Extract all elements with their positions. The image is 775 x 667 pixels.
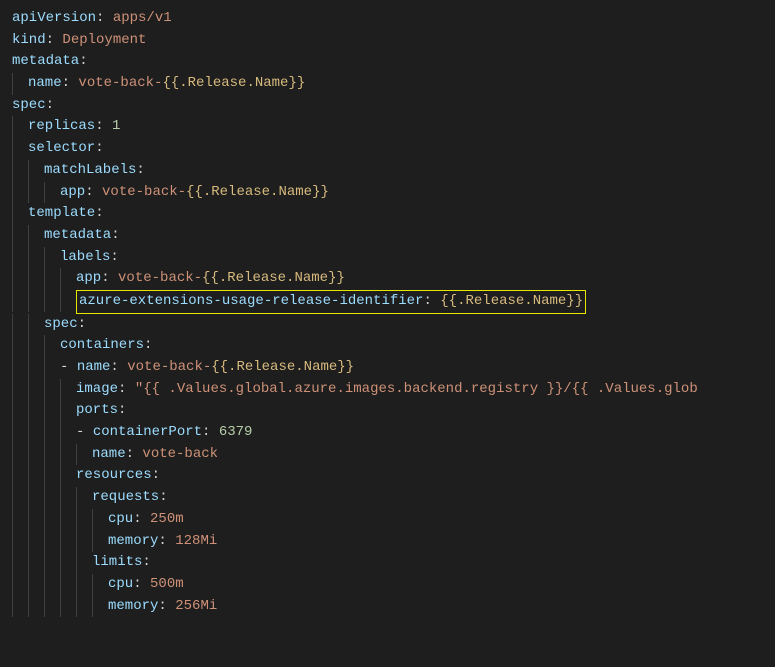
code-line: - name: vote-back-{{.Release.Name}} (12, 357, 763, 379)
yaml-key: resources (76, 467, 152, 483)
code-line: selector: (12, 138, 763, 160)
yaml-key: azure-extensions-usage-release-identifie… (79, 293, 423, 309)
code-line: metadata: (12, 51, 763, 73)
code-line: requests: (12, 487, 763, 509)
highlight-box: azure-extensions-usage-release-identifie… (76, 290, 586, 314)
yaml-key: name (77, 359, 111, 375)
code-line: labels: (12, 247, 763, 269)
yaml-value: Deployment (62, 32, 146, 48)
code-line: matchLabels: (12, 160, 763, 182)
yaml-key: image (76, 381, 118, 397)
code-line: memory: 128Mi (12, 531, 763, 553)
yaml-key: metadata (12, 53, 79, 69)
template-expr: {{.Release.Name}} (440, 293, 583, 309)
code-line: app: vote-back-{{.Release.Name}} (12, 182, 763, 204)
yaml-key: selector (28, 140, 95, 156)
yaml-key: template (28, 205, 95, 221)
code-line: spec: (12, 314, 763, 336)
yaml-key: labels (60, 249, 110, 265)
yaml-key: requests (92, 489, 159, 505)
yaml-value: "{{ .Values.global.azure.images.backend.… (135, 381, 698, 397)
yaml-value: 256Mi (175, 598, 217, 614)
yaml-value: apps/v1 (113, 10, 172, 26)
yaml-value: 6379 (219, 424, 253, 440)
code-line-highlighted: azure-extensions-usage-release-identifie… (12, 290, 763, 314)
yaml-value: 250m (150, 511, 184, 527)
code-line: resources: (12, 465, 763, 487)
yaml-key: ports (76, 402, 118, 418)
template-expr: {{.Release.Name}} (211, 359, 354, 375)
code-editor[interactable]: apiVersion: apps/v1 kind: Deployment met… (12, 8, 763, 617)
yaml-key: replicas (28, 118, 95, 134)
yaml-key: memory (108, 598, 158, 614)
yaml-key: cpu (108, 511, 133, 527)
yaml-key: app (76, 270, 101, 286)
yaml-value: 1 (112, 118, 120, 134)
code-line: app: vote-back-{{.Release.Name}} (12, 268, 763, 290)
template-expr: {{.Release.Name}} (186, 184, 329, 200)
yaml-key: limits (92, 554, 142, 570)
yaml-value: vote-back- (127, 359, 211, 375)
yaml-value: vote-back- (118, 270, 202, 286)
code-line: containers: (12, 335, 763, 357)
code-line: ports: (12, 400, 763, 422)
code-line: metadata: (12, 225, 763, 247)
code-line: replicas: 1 (12, 116, 763, 138)
yaml-key: containers (60, 337, 144, 353)
yaml-key: apiVersion (12, 10, 96, 26)
yaml-value: 128Mi (175, 533, 217, 549)
yaml-key: spec (44, 316, 78, 332)
yaml-key: cpu (108, 576, 133, 592)
code-line: kind: Deployment (12, 30, 763, 52)
code-line: spec: (12, 95, 763, 117)
code-line: memory: 256Mi (12, 596, 763, 618)
code-line: image: "{{ .Values.global.azure.images.b… (12, 379, 763, 401)
code-line: name: vote-back-{{.Release.Name}} (12, 73, 763, 95)
yaml-key: name (92, 446, 126, 462)
code-line: apiVersion: apps/v1 (12, 8, 763, 30)
yaml-key: app (60, 184, 85, 200)
template-expr: {{.Release.Name}} (202, 270, 345, 286)
yaml-key: memory (108, 533, 158, 549)
code-line: - containerPort: 6379 (12, 422, 763, 444)
yaml-value: 500m (150, 576, 184, 592)
yaml-key: name (28, 75, 62, 91)
yaml-key: containerPort (93, 424, 202, 440)
yaml-value: vote-back- (78, 75, 162, 91)
yaml-key: matchLabels (44, 162, 136, 178)
code-line: limits: (12, 552, 763, 574)
code-line: cpu: 500m (12, 574, 763, 596)
template-expr: {{.Release.Name}} (162, 75, 305, 91)
code-line: template: (12, 203, 763, 225)
yaml-key: spec (12, 97, 46, 113)
yaml-key: metadata (44, 227, 111, 243)
code-line: name: vote-back (12, 444, 763, 466)
code-line: cpu: 250m (12, 509, 763, 531)
yaml-value: vote-back- (102, 184, 186, 200)
yaml-key: kind (12, 32, 46, 48)
yaml-value: vote-back (142, 446, 218, 462)
